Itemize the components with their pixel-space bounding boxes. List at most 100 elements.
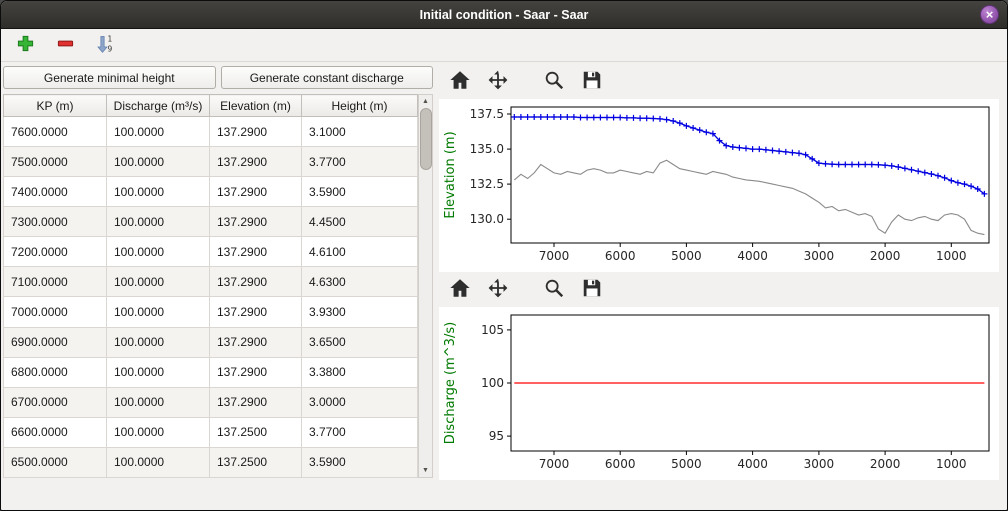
table-row[interactable]: 7400.0000 100.0000 137.2900 3.5900 [4, 177, 418, 207]
cell-elevation[interactable]: 137.2900 [210, 297, 302, 327]
pan-button[interactable] [485, 277, 511, 303]
cell-elevation[interactable]: 137.2900 [210, 387, 302, 417]
cell-discharge[interactable]: 100.0000 [107, 147, 210, 177]
cell-kp[interactable]: 6800.0000 [4, 357, 107, 387]
scroll-up-arrow[interactable]: ▲ [419, 95, 432, 108]
table-row[interactable]: 6700.0000 100.0000 137.2900 3.0000 [4, 387, 418, 417]
cell-discharge[interactable]: 100.0000 [107, 447, 210, 477]
magnifier-icon [543, 277, 565, 302]
scroll-down-arrow[interactable]: ▼ [419, 464, 432, 477]
cell-height[interactable]: 3.9300 [302, 297, 418, 327]
close-button[interactable]: × [980, 5, 999, 24]
cell-height[interactable]: 3.1000 [302, 117, 418, 147]
pan-button[interactable] [485, 69, 511, 95]
svg-text:1: 1 [108, 34, 113, 43]
cell-discharge[interactable]: 100.0000 [107, 207, 210, 237]
magnifier-icon [543, 69, 565, 94]
cell-kp[interactable]: 6900.0000 [4, 327, 107, 357]
column-header-height[interactable]: Height (m) [302, 95, 418, 117]
cell-elevation[interactable]: 137.2900 [210, 147, 302, 177]
save-button[interactable] [579, 277, 605, 303]
cell-kp[interactable]: 7400.0000 [4, 177, 107, 207]
cell-elevation[interactable]: 137.2900 [210, 177, 302, 207]
column-header-discharge[interactable]: Discharge (m³/s) [107, 95, 210, 117]
titlebar: Initial condition - Saar - Saar × [1, 1, 1007, 29]
vertical-scrollbar[interactable]: ▲ ▼ [418, 94, 433, 478]
cell-discharge[interactable]: 100.0000 [107, 267, 210, 297]
table-row[interactable]: 7300.0000 100.0000 137.2900 4.4500 [4, 207, 418, 237]
cell-discharge[interactable]: 100.0000 [107, 417, 210, 447]
svg-text:1000: 1000 [936, 457, 967, 471]
svg-text:Elevation (m): Elevation (m) [443, 131, 458, 218]
discharge-plot[interactable]: 700060005000400030002000100095100105Disc… [439, 307, 999, 480]
cell-discharge[interactable]: 100.0000 [107, 387, 210, 417]
table-row[interactable]: 6500.0000 100.0000 137.2500 3.5900 [4, 447, 418, 477]
cell-elevation[interactable]: 137.2500 [210, 417, 302, 447]
cell-height[interactable]: 4.4500 [302, 207, 418, 237]
table-row[interactable]: 7500.0000 100.0000 137.2900 3.7700 [4, 147, 418, 177]
column-header-elevation[interactable]: Elevation (m) [210, 95, 302, 117]
cell-kp[interactable]: 7200.0000 [4, 237, 107, 267]
cell-discharge[interactable]: 100.0000 [107, 237, 210, 267]
cell-kp[interactable]: 7000.0000 [4, 297, 107, 327]
cell-kp[interactable]: 7300.0000 [4, 207, 107, 237]
header-row: KP (m) Discharge (m³/s) Elevation (m) He… [4, 95, 418, 117]
table-row[interactable]: 7600.0000 100.0000 137.2900 3.1000 [4, 117, 418, 147]
cell-height[interactable]: 3.7700 [302, 147, 418, 177]
cell-kp[interactable]: 7500.0000 [4, 147, 107, 177]
scrollbar-track[interactable] [419, 170, 432, 464]
cell-height[interactable]: 3.6500 [302, 327, 418, 357]
cell-height[interactable]: 3.7700 [302, 417, 418, 447]
zoom-button[interactable] [541, 277, 567, 303]
scrollbar-thumb[interactable] [420, 108, 432, 170]
table-row[interactable]: 6800.0000 100.0000 137.2900 3.3800 [4, 357, 418, 387]
cell-height[interactable]: 3.3800 [302, 357, 418, 387]
cell-discharge[interactable]: 100.0000 [107, 177, 210, 207]
cell-elevation[interactable]: 137.2900 [210, 207, 302, 237]
save-icon [581, 277, 603, 302]
svg-text:3000: 3000 [804, 249, 835, 263]
generate-minimal-height-button[interactable]: Generate minimal height [3, 66, 216, 89]
discharge-plot-toolbar [439, 272, 1003, 307]
cell-height[interactable]: 4.6100 [302, 237, 418, 267]
cell-kp[interactable]: 6500.0000 [4, 447, 107, 477]
cell-kp[interactable]: 6700.0000 [4, 387, 107, 417]
svg-text:1000: 1000 [936, 249, 967, 263]
zoom-button[interactable] [541, 69, 567, 95]
cell-elevation[interactable]: 137.2900 [210, 357, 302, 387]
table-row[interactable]: 6900.0000 100.0000 137.2900 3.6500 [4, 327, 418, 357]
cell-height[interactable]: 3.5900 [302, 177, 418, 207]
table-row[interactable]: 7100.0000 100.0000 137.2900 4.6300 [4, 267, 418, 297]
cell-height[interactable]: 3.0000 [302, 387, 418, 417]
table-row[interactable]: 6600.0000 100.0000 137.2500 3.7700 [4, 417, 418, 447]
generate-constant-discharge-button[interactable]: Generate constant discharge [221, 66, 434, 89]
home-icon [449, 277, 471, 302]
plus-icon [16, 34, 35, 56]
cell-elevation[interactable]: 137.2900 [210, 117, 302, 147]
elevation-plot[interactable]: 7000600050004000300020001000130.0132.513… [439, 99, 999, 272]
cell-kp[interactable]: 7100.0000 [4, 267, 107, 297]
cell-height[interactable]: 4.6300 [302, 267, 418, 297]
cell-elevation[interactable]: 137.2900 [210, 327, 302, 357]
cell-discharge[interactable]: 100.0000 [107, 297, 210, 327]
cell-height[interactable]: 3.5900 [302, 447, 418, 477]
cell-discharge[interactable]: 100.0000 [107, 117, 210, 147]
close-icon: × [986, 7, 994, 23]
remove-row-button[interactable] [53, 33, 77, 57]
sort-button[interactable]: 1 9 [93, 33, 117, 57]
cell-discharge[interactable]: 100.0000 [107, 357, 210, 387]
cell-kp[interactable]: 7600.0000 [4, 117, 107, 147]
column-header-kp[interactable]: KP (m) [4, 95, 107, 117]
cell-elevation[interactable]: 137.2900 [210, 237, 302, 267]
add-row-button[interactable] [13, 33, 37, 57]
cell-elevation[interactable]: 137.2500 [210, 447, 302, 477]
cell-discharge[interactable]: 100.0000 [107, 327, 210, 357]
table-row[interactable]: 7000.0000 100.0000 137.2900 3.9300 [4, 297, 418, 327]
save-button[interactable] [579, 69, 605, 95]
home-button[interactable] [447, 69, 473, 95]
home-button[interactable] [447, 277, 473, 303]
svg-text:137.5: 137.5 [470, 107, 504, 121]
table-row[interactable]: 7200.0000 100.0000 137.2900 4.6100 [4, 237, 418, 267]
cell-elevation[interactable]: 137.2900 [210, 267, 302, 297]
cell-kp[interactable]: 6600.0000 [4, 417, 107, 447]
